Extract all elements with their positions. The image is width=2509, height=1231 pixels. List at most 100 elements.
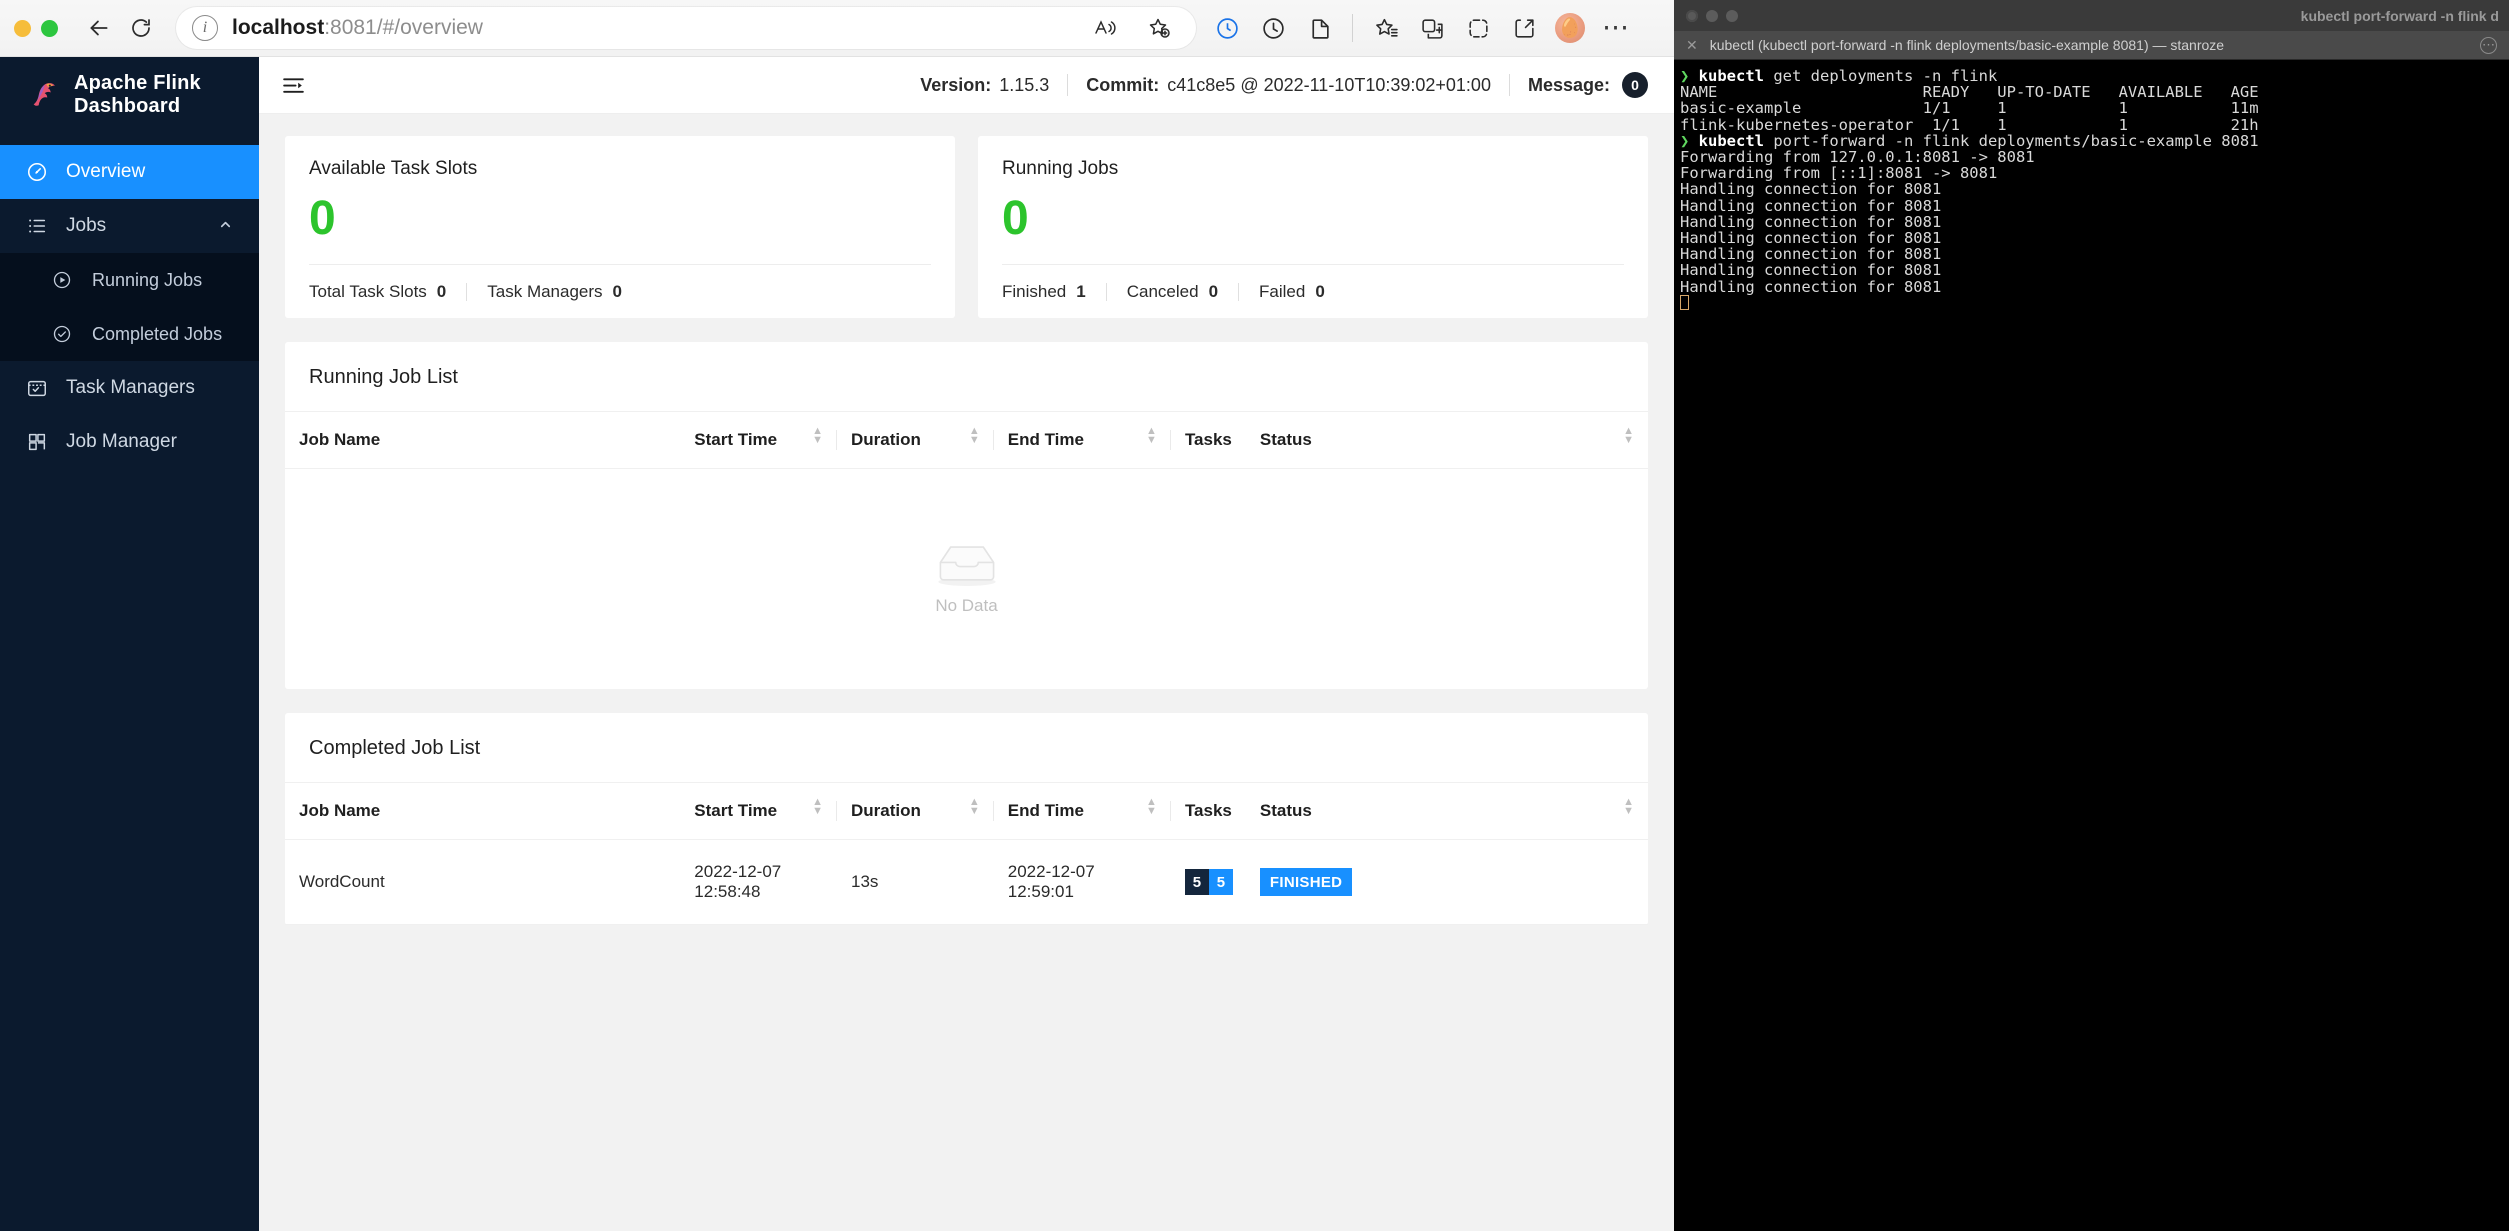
- col-job-name[interactable]: Job Name: [285, 412, 681, 470]
- col-start-time[interactable]: Start Time ▲ ▼: [680, 412, 838, 470]
- maximize-button[interactable]: [1726, 9, 1738, 22]
- finished-label: Finished: [1002, 281, 1067, 301]
- sort-icon[interactable]: ▲ ▼: [1623, 426, 1634, 449]
- sidebar-item-completed-jobs[interactable]: Completed Jobs: [0, 307, 259, 361]
- sort-icon[interactable]: ▲ ▼: [1623, 797, 1634, 820]
- sidebar-item-overview[interactable]: Overview: [0, 145, 259, 199]
- sidebar-item-jobs[interactable]: Jobs: [0, 199, 259, 253]
- terminal-tab[interactable]: ✕ kubectl (kubectl port-forward -n flink…: [1674, 31, 2509, 60]
- overview-page: Available Task Slots 0 Total Task Slots …: [259, 114, 1674, 926]
- empty-state-label: No Data: [935, 596, 998, 616]
- cell-job-name[interactable]: WordCount: [285, 839, 681, 926]
- chevron-up-icon[interactable]: [218, 217, 233, 235]
- col-start-time[interactable]: Start Time ▲ ▼: [680, 783, 838, 841]
- build-info: Version: 1.15.3 Commit: c41c8e5 @ 2022-1…: [920, 72, 1648, 98]
- divider: [466, 282, 468, 301]
- cell-start-time: 2022-12-07 12:58:48: [680, 839, 838, 926]
- message-label: Message:: [1527, 74, 1610, 95]
- close-button[interactable]: [1686, 9, 1698, 22]
- card-value: 0: [1002, 192, 1029, 245]
- sidebar-subitem-label: Completed Jobs: [92, 323, 223, 344]
- col-status[interactable]: Status: [1245, 412, 1355, 470]
- list-icon: [26, 215, 52, 237]
- terminal-line: Forwarding from 127.0.0.1:8081 -> 8081: [1680, 148, 2035, 167]
- terminal-line: ❯ kubectl port-forward -n flink deployme…: [1680, 131, 2259, 150]
- sidebar-subitem-label: Running Jobs: [92, 269, 203, 290]
- history-icon[interactable]: [1252, 7, 1294, 49]
- table-row[interactable]: WordCount 2022-12-07 12:58:48 13s 2022-1…: [285, 839, 1648, 926]
- sort-icon[interactable]: ▲ ▼: [812, 797, 823, 820]
- table-header-row: Job Name Start Time ▲ ▼ Duration ▲ ▼ End Tim…: [285, 783, 1648, 841]
- sort-icon[interactable]: ▲ ▼: [969, 797, 980, 820]
- col-status[interactable]: Status: [1245, 783, 1355, 841]
- check-circle-icon: [52, 324, 78, 344]
- toolbar-divider: [1352, 14, 1353, 42]
- col-job-name[interactable]: Job Name: [285, 783, 681, 841]
- sidebar-item-running-jobs[interactable]: Running Jobs: [0, 253, 259, 307]
- table-header-row: Job Name Start Time ▲ ▼ Duration ▲ ▼ End Tim…: [285, 412, 1648, 470]
- terminal-line: NAME READY UP-TO-DATE AVAILABLE AGE: [1680, 83, 2259, 102]
- sort-icon[interactable]: ▲ ▼: [812, 426, 823, 449]
- favorites-icon[interactable]: [1365, 7, 1407, 49]
- col-duration[interactable]: Duration ▲ ▼: [837, 412, 994, 470]
- col-tasks[interactable]: Tasks: [1170, 412, 1246, 470]
- panel-title: Completed Job List: [285, 713, 1648, 784]
- terminal-line: Forwarding from [::1]:8081 -> 8081: [1680, 164, 1998, 183]
- sort-icon[interactable]: ▲ ▼: [1146, 426, 1157, 449]
- add-favorite-icon[interactable]: [1138, 7, 1180, 49]
- tracking-prevention-icon[interactable]: [1206, 7, 1248, 49]
- cell-spacer: [1354, 839, 1648, 926]
- available-task-slots-card: Available Task Slots 0 Total Task Slots …: [285, 136, 955, 319]
- collections-icon[interactable]: [1298, 7, 1340, 49]
- finished-value: 1: [1076, 281, 1086, 301]
- back-button[interactable]: [78, 7, 120, 49]
- col-duration[interactable]: Duration ▲ ▼: [837, 783, 994, 841]
- sort-icon[interactable]: ▲ ▼: [969, 426, 980, 449]
- minimize-button[interactable]: [1706, 9, 1718, 22]
- site-info-icon[interactable]: i: [192, 15, 218, 41]
- canceled-value: 0: [1208, 281, 1219, 301]
- menu-fold-icon[interactable]: [281, 73, 306, 98]
- terminal-cursor: [1680, 294, 2503, 311]
- col-spacer: ▲ ▼: [1354, 412, 1648, 470]
- task-total-badge: 5: [1184, 869, 1209, 896]
- running-jobs-card: Running Jobs 0 Finished 1 Canceled 0 Fai…: [978, 136, 1648, 319]
- main-content: Version: 1.15.3 Commit: c41c8e5 @ 2022-1…: [259, 57, 1674, 1231]
- sort-icon[interactable]: ▲ ▼: [1146, 797, 1157, 820]
- terminal-title-bar: kubectl port-forward -n flink d: [1674, 0, 2509, 31]
- address-bar[interactable]: i localhost:8081/#/overview: [176, 7, 1196, 49]
- browser-essentials-icon[interactable]: [1457, 7, 1499, 49]
- total-task-slots-label: Total Task Slots: [309, 281, 427, 301]
- empty-state-row: No Data: [285, 469, 1648, 690]
- sidebar-item-job-manager[interactable]: Job Manager: [0, 415, 259, 469]
- terminal-line: Handling connection for 8081: [1680, 180, 1942, 199]
- message-count-badge[interactable]: 0: [1622, 72, 1648, 98]
- divider: [1508, 74, 1510, 96]
- cell-tasks: 5 5: [1170, 839, 1246, 926]
- read-aloud-icon[interactable]: [1084, 7, 1126, 49]
- col-end-time[interactable]: End Time ▲ ▼: [993, 783, 1171, 841]
- terminal-tab-title: kubectl (kubectl port-forward -n flink d…: [1709, 37, 2225, 53]
- minimize-button[interactable]: [14, 19, 31, 37]
- dashboard-icon: [26, 161, 52, 183]
- profile-avatar[interactable]: 🥚: [1549, 7, 1591, 49]
- terminal-window-controls[interactable]: [1686, 9, 1738, 22]
- browser-actions: 🥚 ⋯: [1206, 7, 1637, 49]
- version-value: 1.15.3: [999, 74, 1050, 95]
- col-tasks[interactable]: Tasks: [1170, 783, 1246, 841]
- settings-and-more-icon[interactable]: ⋯: [1595, 7, 1637, 49]
- reload-button[interactable]: [120, 7, 162, 49]
- close-icon[interactable]: ✕: [1686, 37, 1698, 54]
- maximize-button[interactable]: [41, 19, 58, 37]
- sidebar-item-task-managers[interactable]: Task Managers: [0, 361, 259, 415]
- window-controls[interactable]: [14, 19, 58, 37]
- divider: [1067, 74, 1069, 96]
- card-title: Available Task Slots: [309, 158, 478, 179]
- split-screen-icon[interactable]: [1411, 7, 1453, 49]
- completed-job-table: Job Name Start Time ▲ ▼ Duration ▲ ▼ End Tim…: [285, 783, 1648, 926]
- terminal-output[interactable]: ❯ kubectl get deployments -n flink NAME R…: [1674, 60, 2509, 311]
- share-icon[interactable]: [1503, 7, 1545, 49]
- more-options-icon[interactable]: ⋯: [2480, 36, 2497, 54]
- col-end-time[interactable]: End Time ▲ ▼: [993, 412, 1171, 470]
- terminal-line: basic-example 1/1 1 1 11m: [1680, 99, 2259, 118]
